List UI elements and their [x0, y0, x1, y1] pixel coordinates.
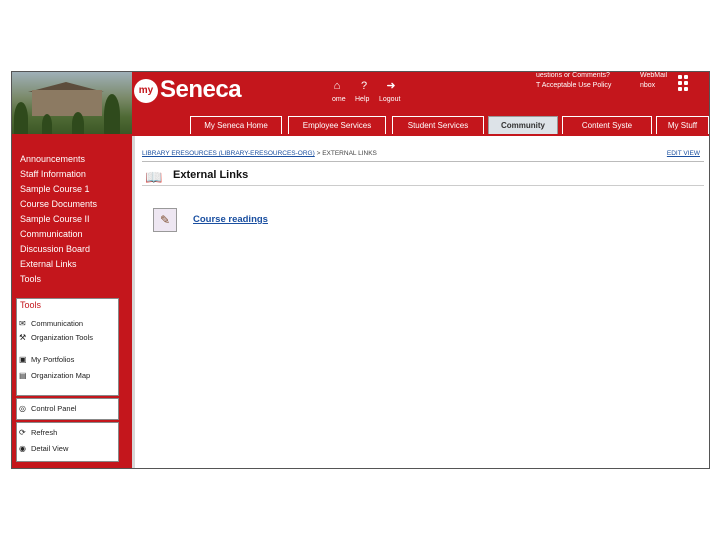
tool-organization-tools[interactable]: ⚒ Organization Tools	[19, 333, 111, 342]
nav-discussion-board[interactable]: Discussion Board	[20, 244, 90, 254]
tab-employee-services[interactable]: Employee Services	[288, 116, 386, 134]
course-sidebar: Announcements Staff Information Sample C…	[12, 136, 132, 468]
detail-view-icon: ◉	[19, 444, 26, 453]
inbox-link[interactable]: nbox	[640, 82, 655, 89]
title-divider	[142, 185, 704, 186]
tools-box: Tools ✉ Communication ⚒ Organization Tools…	[16, 298, 119, 396]
page-title: External Links	[173, 169, 249, 181]
breadcrumb: LIBRARY ERESOURCES (LIBRARY-ERESOURCES-O…	[142, 150, 704, 162]
course-readings-link[interactable]: Course readings	[193, 214, 268, 225]
nav-external-links[interactable]: External Links	[20, 259, 77, 269]
organization-map-icon: ▤	[19, 371, 27, 380]
nav-course-documents[interactable]: Course Documents	[20, 199, 97, 209]
home-icon[interactable]: ⌂	[330, 80, 344, 92]
browser-page: my Seneca ⌂ ome ? Help ➜ Logout uestions…	[11, 71, 710, 469]
logo-seneca[interactable]: Seneca	[160, 76, 242, 104]
nav-sample-course-2[interactable]: Sample Course II	[20, 214, 90, 224]
nav-sample-course-1[interactable]: Sample Course 1	[20, 184, 90, 194]
logout-label[interactable]: Logout	[379, 96, 400, 103]
control-panel-link[interactable]: ◎ Control Panel	[19, 404, 111, 413]
logout-icon[interactable]: ➜	[384, 80, 398, 92]
tools-box-title: Tools	[20, 300, 42, 310]
tool-organization-map[interactable]: ▤ Organization Map	[19, 371, 111, 380]
tool-my-portfolios[interactable]: ▣ My Portfolios	[19, 355, 111, 364]
refresh-icon: ⟳	[19, 428, 26, 437]
organization-tools-icon: ⚒	[19, 333, 27, 342]
tab-community[interactable]: Community	[488, 116, 558, 134]
control-panel-icon: ◎	[19, 404, 26, 413]
nav-communication[interactable]: Communication	[20, 229, 83, 239]
nav-announcements[interactable]: Announcements	[20, 154, 85, 164]
nav-tools[interactable]: Tools	[20, 274, 41, 284]
home-label[interactable]: ome	[332, 96, 346, 103]
logo-my-badge[interactable]: my	[134, 79, 158, 103]
nav-staff-information[interactable]: Staff Information	[20, 169, 86, 179]
tab-my-seneca-home[interactable]: My Seneca Home	[190, 116, 282, 134]
edit-view-link[interactable]: EDIT VIEW	[667, 150, 700, 157]
tab-content-system[interactable]: Content Syste	[562, 116, 652, 134]
grid-menu-icon[interactable]	[678, 75, 692, 91]
breadcrumb-current: EXTERNAL LINKS	[322, 150, 377, 157]
external-link-icon[interactable]: ✎	[153, 208, 177, 232]
sidebar-divider	[132, 136, 135, 468]
campus-photo	[12, 72, 132, 136]
control-panel-box: ◎ Control Panel	[16, 398, 119, 420]
tab-my-stuff[interactable]: My Stuff	[656, 116, 709, 134]
questions-link[interactable]: uestions or Comments?	[536, 72, 610, 79]
help-label[interactable]: Help	[355, 96, 369, 103]
tool-communication[interactable]: ✉ Communication	[19, 319, 111, 328]
portfolio-icon: ▣	[19, 355, 27, 364]
help-icon[interactable]: ?	[357, 80, 371, 92]
acceptable-use-link[interactable]: T Acceptable Use Policy	[536, 82, 611, 89]
communication-icon: ✉	[19, 319, 26, 328]
detail-view-link[interactable]: ◉ Detail View	[19, 444, 111, 453]
book-icon: 📖	[145, 169, 163, 185]
breadcrumb-library-link[interactable]: LIBRARY ERESOURCES (LIBRARY-ERESOURCES-O…	[142, 150, 315, 157]
tab-student-services[interactable]: Student Services	[392, 116, 484, 134]
view-box: ⟳ Refresh ◉ Detail View	[16, 422, 119, 462]
webmail-link[interactable]: WebMail	[640, 72, 667, 79]
refresh-link[interactable]: ⟳ Refresh	[19, 428, 111, 437]
